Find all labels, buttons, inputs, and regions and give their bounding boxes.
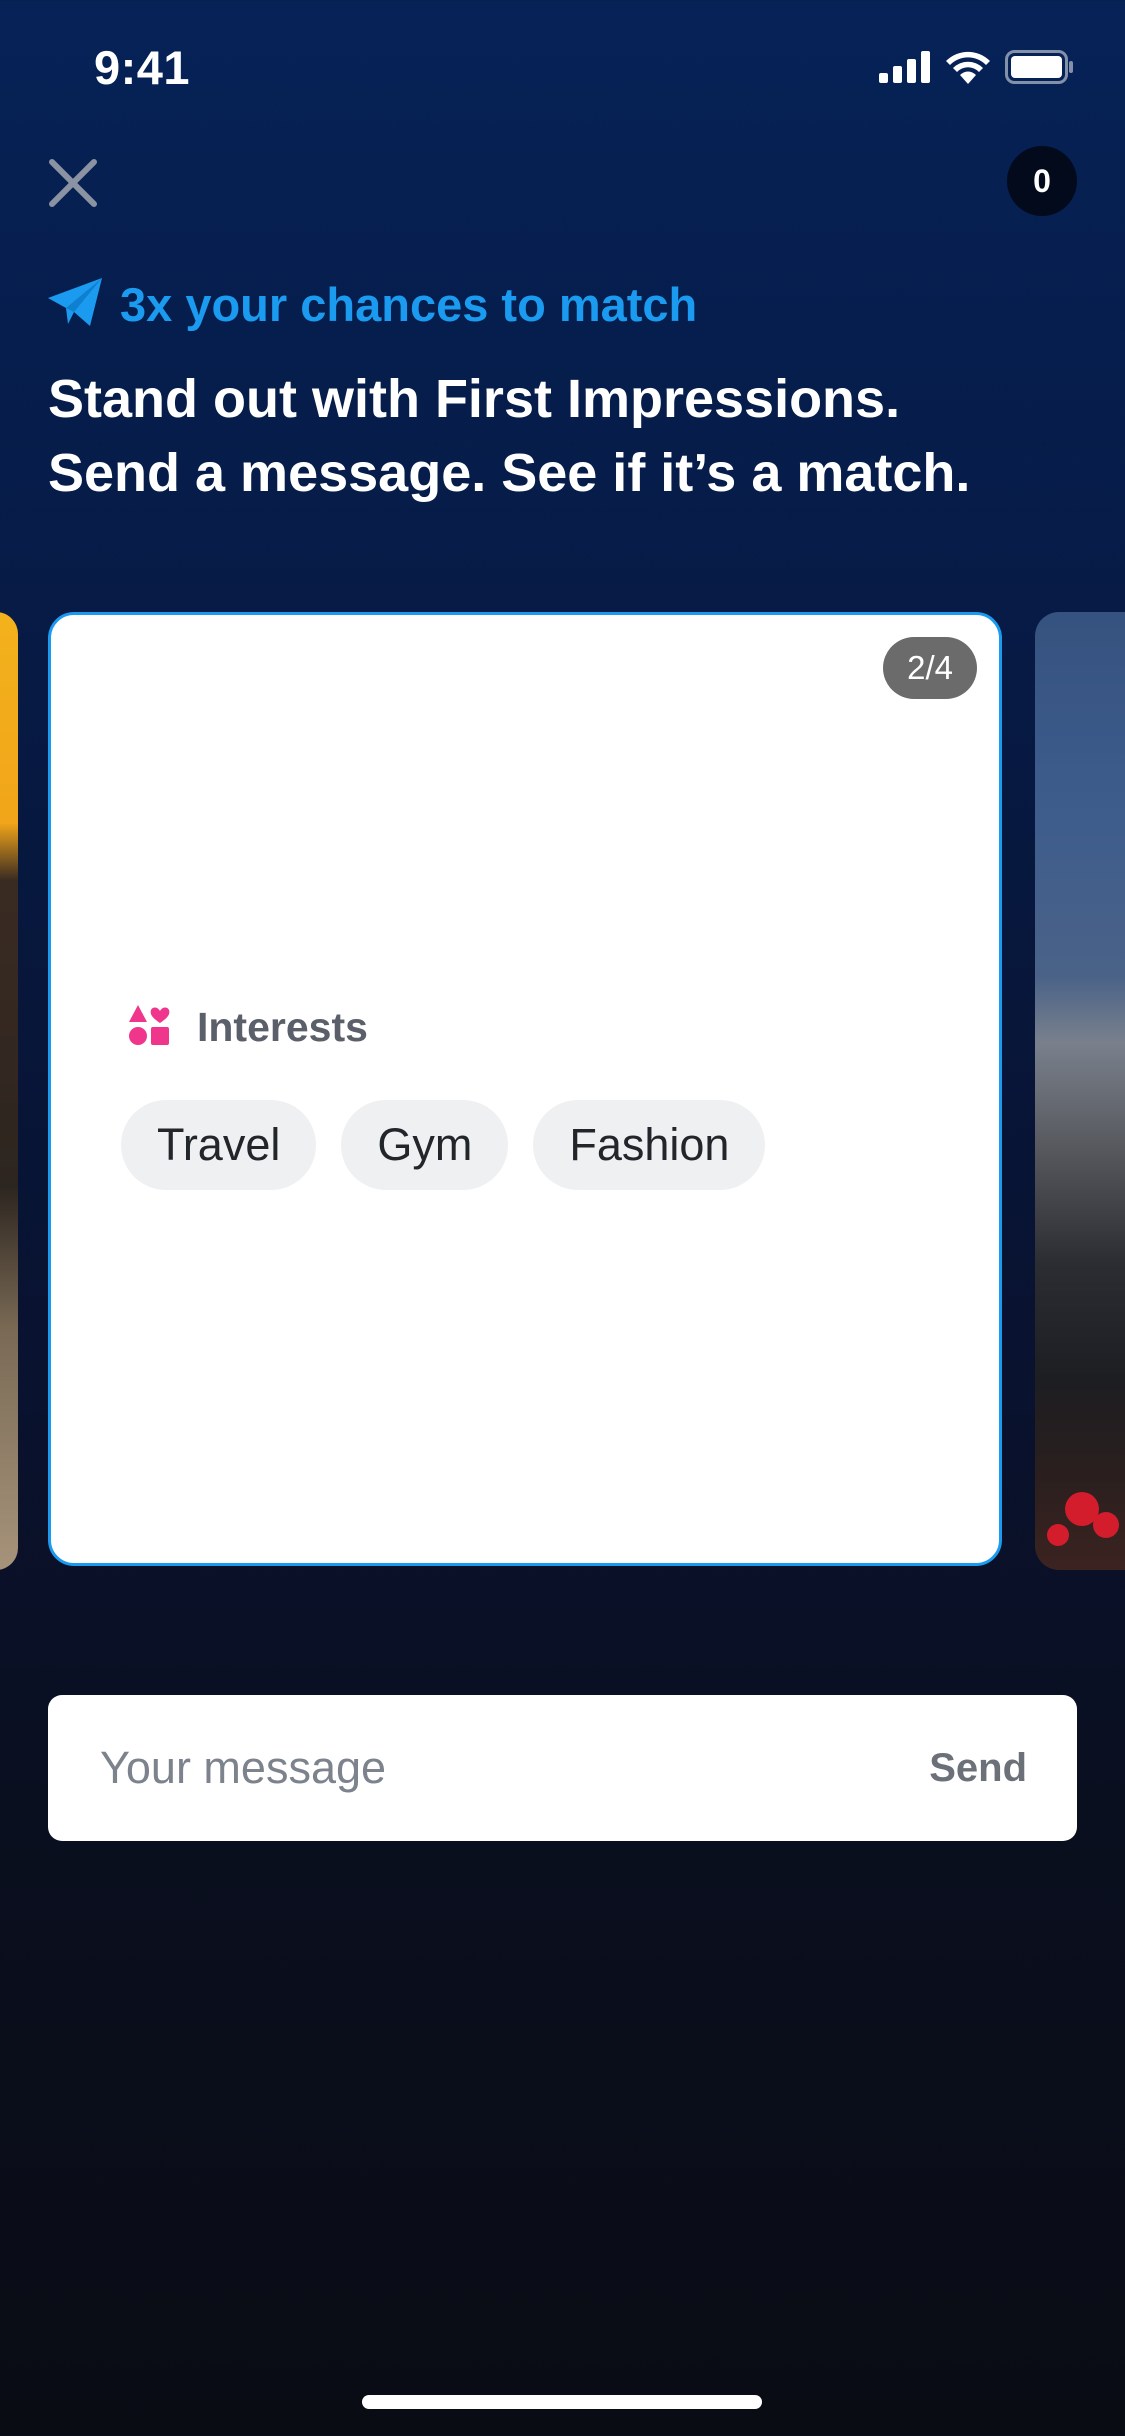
message-input[interactable] <box>100 1695 880 1841</box>
interest-chips: Travel Gym Fashion <box>121 1100 766 1190</box>
promo-text: 3x your chances to match <box>120 278 698 331</box>
interest-chip: Travel <box>121 1100 317 1190</box>
cellular-signal-icon <box>879 51 931 88</box>
interests-header: Interests <box>127 1003 368 1052</box>
previous-card-photo[interactable] <box>0 612 18 1570</box>
message-composer: Send <box>48 1695 1077 1841</box>
counter-value: 0 <box>1033 162 1051 199</box>
interest-chip: Fashion <box>533 1100 766 1190</box>
close-button[interactable] <box>38 150 108 220</box>
close-icon <box>48 158 98 213</box>
profile-card[interactable]: 2/4 Interests Travel Gym Fashion <box>48 612 1002 1566</box>
status-bar: 9:41 <box>0 0 1125 136</box>
interests-label: Interests <box>197 1004 368 1050</box>
wifi-icon <box>945 50 991 89</box>
promo-row: 3x your chances to match <box>46 276 697 333</box>
send-button[interactable]: Send <box>929 1695 1027 1841</box>
headline-line-2: Send a message. See if it’s a match. <box>48 443 971 503</box>
home-indicator[interactable] <box>362 2395 762 2409</box>
profile-carousel[interactable]: 2/4 Interests Travel Gym Fashion <box>0 612 1125 1570</box>
flower-detail <box>1093 1512 1119 1538</box>
battery-icon <box>1005 50 1075 89</box>
next-card-photo[interactable] <box>1035 612 1125 1570</box>
paper-plane-icon <box>46 276 104 333</box>
flower-detail <box>1047 1524 1069 1546</box>
status-time: 9:41 <box>94 41 191 94</box>
interests-shapes-icon <box>127 1003 171 1052</box>
page-indicator: 2/4 <box>883 637 977 699</box>
counter-badge[interactable]: 0 <box>1007 146 1077 216</box>
headline: Stand out with First Impressions. Send a… <box>48 362 1088 510</box>
status-icons <box>879 50 1075 89</box>
headline-line-1: Stand out with First Impressions. <box>48 369 901 429</box>
interest-chip: Gym <box>341 1100 509 1190</box>
